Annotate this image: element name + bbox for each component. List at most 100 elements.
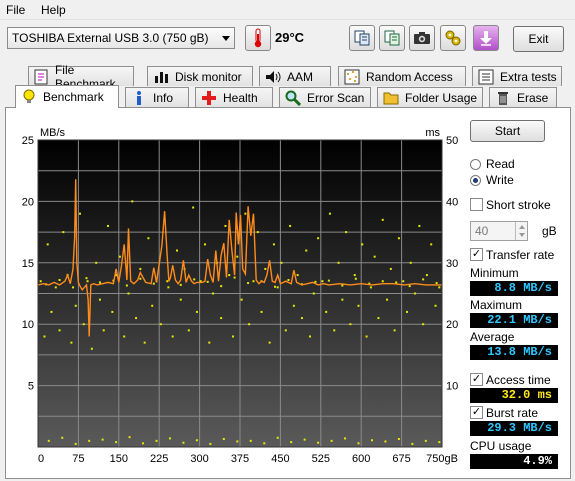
tab-file-benchmark[interactable]: File Benchmark — [28, 63, 134, 91]
access-time-point — [155, 439, 158, 442]
tab-folder-usage-label: Folder Usage — [405, 90, 478, 105]
chart-y-tick-label: 20 — [22, 196, 34, 208]
health-cross-icon — [201, 90, 217, 106]
access-time-point — [125, 284, 128, 287]
access-time-point — [344, 437, 347, 440]
access-time-point — [341, 284, 344, 287]
tab-info[interactable]: Info — [125, 87, 189, 107]
menu-file[interactable]: File — [6, 3, 25, 17]
average-value: 13.8 MB/s — [470, 345, 558, 360]
access-time-point — [143, 341, 146, 344]
spinner-icon[interactable] — [515, 222, 527, 240]
tab-error-scan[interactable]: Error Scan — [279, 87, 371, 107]
access-time-value: 32.0 ms — [470, 388, 558, 403]
tab-disk-monitor[interactable]: Disk monitor — [147, 66, 253, 86]
maximum-value: 22.1 MB/s — [470, 313, 558, 328]
access-time-point — [86, 280, 89, 283]
access-time-point — [209, 442, 212, 445]
access-time-point — [425, 274, 428, 277]
read-radio[interactable] — [470, 159, 481, 170]
access-time-point — [58, 278, 61, 281]
access-time-point — [414, 292, 417, 295]
options-button[interactable] — [440, 25, 466, 51]
chart-x-tick-label: 0 — [38, 453, 44, 465]
access-time-point — [195, 310, 198, 313]
tab-extra-tests[interactable]: Extra tests — [472, 66, 562, 86]
menu-help[interactable]: Help — [41, 3, 66, 17]
tab-disk-monitor-label: Disk monitor — [175, 69, 242, 84]
short-stroke-value: 40 — [475, 224, 489, 238]
access-time-point — [333, 329, 336, 332]
access-time-point — [240, 298, 243, 301]
save-button[interactable] — [473, 25, 499, 51]
access-time-checkbox[interactable]: ✓ — [470, 373, 483, 386]
access-time-point — [142, 442, 145, 445]
short-stroke-input[interactable]: 40 — [470, 221, 528, 241]
access-time-point — [384, 440, 387, 443]
screenshot-button[interactable] — [409, 25, 435, 51]
access-time-point — [274, 285, 277, 288]
access-time-point — [272, 243, 275, 246]
access-time-point — [357, 442, 360, 445]
short-stroke-checkbox[interactable] — [470, 198, 483, 211]
drive-select[interactable]: TOSHIBA External USB 3.0 (750 gB) — [7, 27, 235, 49]
access-time-point — [292, 304, 295, 307]
access-time-point — [70, 341, 73, 344]
chart-y-tick-label: 10 — [22, 319, 34, 331]
write-radio[interactable] — [470, 175, 481, 186]
access-time-point — [61, 436, 64, 439]
burst-rate-value: 29.3 MB/s — [470, 421, 558, 436]
access-time-point — [389, 267, 392, 270]
exit-button[interactable]: Exit — [513, 26, 564, 52]
access-time-point — [438, 441, 441, 444]
tab-info-label: Info — [153, 90, 174, 105]
random-access-icon — [344, 69, 360, 85]
file-benchmark-icon — [34, 69, 49, 85]
access-time-point — [287, 278, 290, 281]
access-time-point — [424, 439, 427, 442]
chart-x-tick-label: 225 — [150, 453, 168, 465]
transfer-rate-checkbox[interactable]: ✓ — [470, 248, 483, 261]
tab-erase-label: Erase — [517, 90, 549, 105]
copy-text-button[interactable] — [379, 25, 405, 51]
access-time-point — [321, 280, 324, 283]
access-time-point — [252, 280, 255, 283]
access-time-point — [411, 442, 414, 445]
access-time-point — [317, 441, 320, 444]
access-time-point — [222, 438, 225, 441]
access-time-point — [179, 283, 182, 286]
access-time-point — [290, 441, 293, 444]
chart-x-tick-label: 750gB — [426, 453, 458, 465]
thermometer-icon — [245, 25, 271, 51]
tab-erase[interactable]: Erase — [489, 87, 557, 107]
tab-benchmark[interactable]: Benchmark — [15, 85, 119, 108]
access-time-point — [361, 243, 364, 246]
burst-rate-checkbox[interactable]: ✓ — [470, 406, 483, 419]
copy-info-button[interactable] — [349, 25, 375, 51]
access-time-point — [195, 439, 198, 442]
access-time-point — [393, 329, 396, 332]
tab-health[interactable]: Health — [195, 87, 273, 107]
start-button[interactable]: Start — [470, 120, 545, 142]
access-time-point — [228, 274, 231, 277]
access-time-point — [405, 310, 408, 313]
access-time-point — [101, 438, 104, 441]
copy-text-icon — [384, 30, 400, 46]
access-time-point — [88, 439, 91, 442]
chart-x-tick-label: 450 — [271, 453, 289, 465]
access-time-point — [397, 237, 400, 240]
access-time-point — [123, 335, 126, 338]
access-time-point — [244, 212, 247, 215]
access-time-point — [422, 278, 425, 281]
access-time-point — [127, 292, 130, 295]
tab-aam[interactable]: AAM — [259, 66, 331, 86]
tab-folder-usage[interactable]: Folder Usage — [377, 87, 483, 107]
access-time-point — [300, 317, 303, 320]
access-time-point — [159, 323, 162, 326]
access-time-point — [131, 200, 134, 203]
tab-random-access[interactable]: Random Access — [338, 66, 466, 86]
access-time-point — [74, 304, 77, 307]
access-time-point — [317, 237, 320, 240]
access-time-point — [303, 438, 306, 441]
access-time-point — [203, 243, 206, 246]
